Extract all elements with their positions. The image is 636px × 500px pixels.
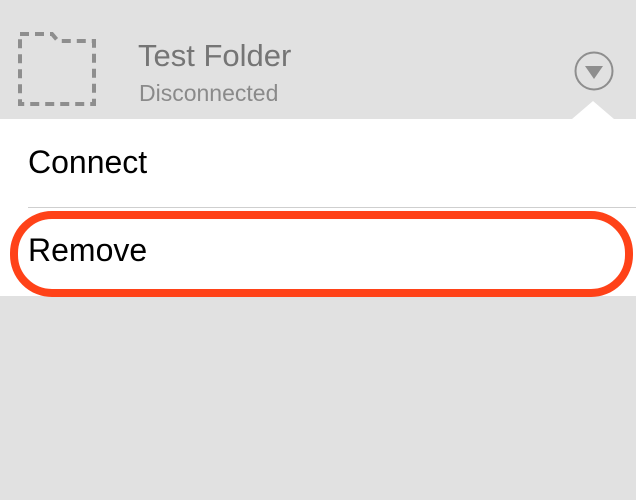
connect-menu-item[interactable]: Connect: [0, 119, 636, 207]
folder-status: Disconnected: [139, 80, 279, 106]
remove-menu-item[interactable]: Remove: [0, 208, 636, 296]
action-menu: Connect Remove: [0, 119, 636, 296]
folder-title: Test Folder: [138, 38, 292, 73]
folder-icon: [18, 32, 96, 106]
menu-pointer: [572, 101, 614, 119]
remove-label: Remove: [28, 232, 148, 268]
folder-row[interactable]: Test Folder Disconnected: [0, 0, 636, 119]
chevron-down-icon[interactable]: [573, 50, 615, 92]
connect-label: Connect: [28, 144, 148, 180]
